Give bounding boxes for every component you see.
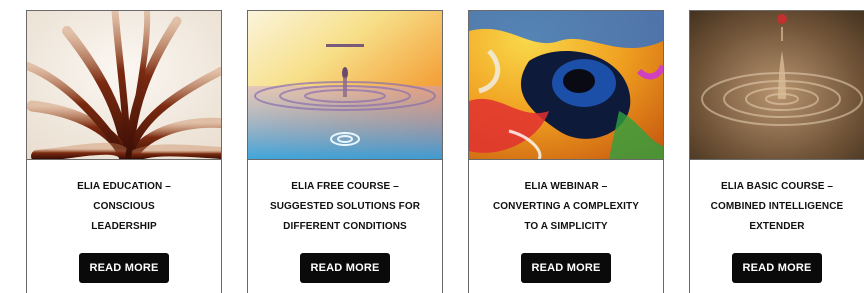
read-more-button[interactable]: READ MORE	[732, 253, 822, 283]
course-title-line: TO A SIMPLICITY	[524, 221, 608, 232]
course-title: ELIA BASIC COURSE – COMBINED INTELLIGENC…	[696, 177, 858, 237]
course-title-line: SUGGESTED SOLUTIONS FOR	[269, 201, 421, 212]
course-card-education: ELIA EDUCATION – CONSCIOUS LEADERSHIP RE…	[26, 10, 222, 293]
ripple-drop-image[interactable]	[690, 11, 864, 160]
course-title-line: EXTENDER	[749, 221, 805, 232]
feathers-image[interactable]	[27, 11, 221, 160]
course-title-line: ELIA WEBINAR –	[524, 181, 608, 192]
paint-splash-image[interactable]	[469, 11, 663, 160]
course-title: ELIA EDUCATION – CONSCIOUS LEADERSHIP	[33, 177, 215, 237]
course-title-line: ELIA BASIC COURSE –	[720, 181, 834, 192]
course-title-line: ELIA FREE COURSE –	[291, 181, 399, 192]
course-card-free-course: ELIA FREE COURSE – SUGGESTED SOLUTIONS F…	[247, 10, 443, 293]
course-title-line: DIFFERENT CONDITIONS	[283, 221, 407, 232]
water-drop-image[interactable]	[248, 11, 442, 160]
read-more-button[interactable]: READ MORE	[300, 253, 390, 283]
course-title-line: CONSCIOUS	[93, 201, 155, 212]
course-title-line: CONVERTING A COMPLEXITY	[492, 201, 639, 212]
read-more-button[interactable]: READ MORE	[521, 253, 611, 283]
course-title: ELIA FREE COURSE – SUGGESTED SOLUTIONS F…	[254, 177, 436, 237]
course-title-line: LEADERSHIP	[91, 221, 157, 232]
course-card-basic-course: ELIA BASIC COURSE – COMBINED INTELLIGENC…	[689, 10, 864, 293]
course-card-webinar: ELIA WEBINAR – CONVERTING A COMPLEXITY T…	[468, 10, 664, 293]
course-title-line: ELIA EDUCATION –	[77, 181, 171, 192]
read-more-button[interactable]: READ MORE	[79, 253, 169, 283]
course-title: ELIA WEBINAR – CONVERTING A COMPLEXITY T…	[475, 177, 657, 237]
course-title-line: COMBINED INTELLIGENCE	[710, 201, 844, 212]
